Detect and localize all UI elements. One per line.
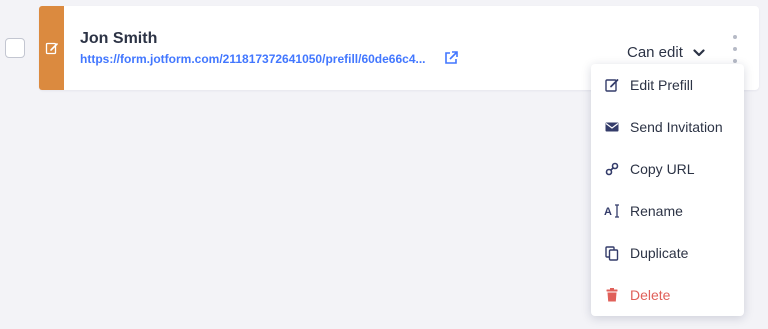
options-menu: Edit Prefill Send Invitation Copy URL A [591, 64, 744, 316]
menu-item-label: Rename [630, 203, 683, 219]
menu-item-rename[interactable]: A Rename [591, 195, 744, 227]
menu-item-duplicate[interactable]: Duplicate [591, 237, 744, 269]
card-stripe [39, 6, 64, 90]
menu-item-label: Copy URL [630, 161, 695, 177]
external-link-icon[interactable] [443, 50, 459, 66]
more-options-button[interactable] [731, 35, 739, 63]
menu-item-label: Delete [630, 287, 671, 303]
form-edit-icon [45, 42, 58, 55]
link-icon [604, 161, 620, 177]
more-dot-icon [733, 59, 737, 63]
select-checkbox[interactable] [5, 38, 25, 58]
menu-item-label: Edit Prefill [630, 77, 694, 93]
more-dot-icon [733, 35, 737, 39]
permission-dropdown[interactable]: Can edit [627, 44, 705, 61]
chevron-down-icon [693, 48, 705, 56]
menu-item-label: Duplicate [630, 245, 689, 261]
svg-text:A: A [604, 206, 612, 218]
edit-icon [604, 77, 620, 93]
rename-icon: A [604, 203, 620, 219]
menu-item-edit-prefill[interactable]: Edit Prefill [591, 69, 744, 101]
envelope-icon [604, 119, 620, 135]
permission-label: Can edit [627, 44, 683, 61]
menu-item-send-invitation[interactable]: Send Invitation [591, 111, 744, 143]
duplicate-icon [604, 245, 620, 261]
menu-item-delete[interactable]: Delete [591, 279, 744, 311]
prefill-url-link[interactable]: https://form.jotform.com/211817372641050… [80, 52, 440, 66]
more-dot-icon [733, 47, 737, 51]
menu-item-label: Send Invitation [630, 119, 723, 135]
menu-item-copy-url[interactable]: Copy URL [591, 153, 744, 185]
trash-icon [604, 287, 620, 303]
submission-name: Jon Smith [80, 30, 158, 47]
